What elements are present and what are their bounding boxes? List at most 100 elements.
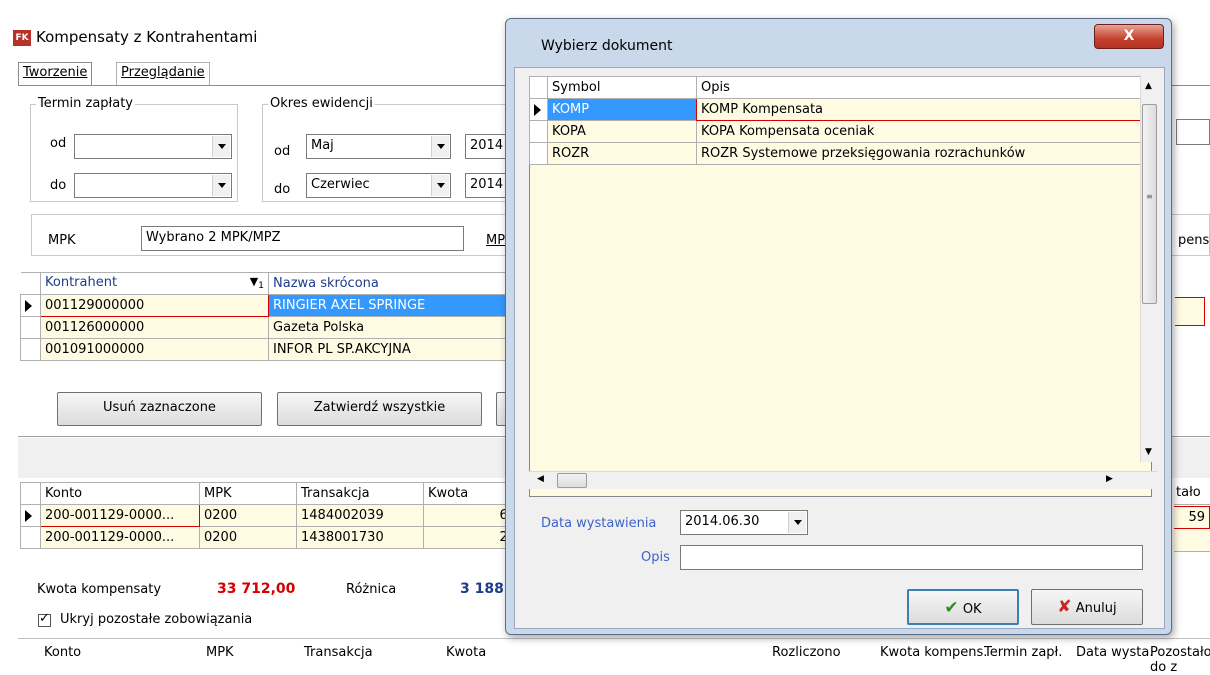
cell-kontrahent[interactable]: 001129000000 [40, 294, 269, 317]
data-wystawienia-label: Data wystawienia [541, 516, 657, 531]
cell-opis[interactable]: ROZR Systemowe przeksięgowania rozrachun… [696, 142, 1141, 165]
chevron-down-icon[interactable] [431, 136, 449, 157]
cell-konto[interactable]: 200-001129-0000... [40, 504, 200, 527]
table-row[interactable]: KOPA KOPA Kompensata oceniak [529, 120, 1141, 143]
column-header-pozostalo-fragment[interactable]: tało [1174, 482, 1210, 505]
column-header-nazwa[interactable]: Nazwa skrócona [268, 272, 521, 295]
cell-symbol[interactable]: ROZR [547, 142, 697, 165]
tab-tworzenie[interactable]: Tworzenie [18, 62, 93, 86]
scroll-left-icon[interactable]: ◀ [537, 474, 544, 484]
scroll-thumb[interactable]: ≡ [1142, 104, 1157, 304]
horizontal-scrollbar[interactable]: ◀ ▶ [529, 471, 1157, 489]
chevron-down-icon[interactable] [431, 175, 449, 196]
konto-grid: Konto MPK Transakcja Kwota 200-001129-00… [20, 482, 521, 549]
cell-transakcja[interactable]: 1438001730 [296, 526, 424, 549]
termin-od-label: od [50, 136, 67, 151]
sort-index: 1 [258, 280, 264, 292]
table-row[interactable]: 001126000000 Gazeta Polska [20, 316, 521, 339]
bottom-header-rozliczono[interactable]: Rozliczono [772, 645, 841, 660]
table-row[interactable]: 001091000000 INFOR PL SP.AKCYJNA [20, 338, 521, 361]
cell-nazwa[interactable]: RINGIER AXEL SPRINGE [268, 294, 521, 317]
okres-legend: Okres ewidencji [268, 96, 375, 111]
data-wystawienia-picker[interactable]: 2014.06.30 [680, 510, 808, 535]
scroll-down-icon[interactable]: ▼ [1145, 447, 1152, 457]
table-row[interactable]: 200-001129-0000... 0200 1438001730 23 [20, 526, 521, 549]
bottom-header-kwota[interactable]: Kwota [446, 645, 486, 660]
mpk-field[interactable]: Wybrano 2 MPK/MPZ [141, 226, 464, 251]
sort-icon: ▼1 [249, 275, 264, 292]
right-field-fragment[interactable] [1176, 119, 1210, 145]
close-button[interactable]: X [1094, 24, 1164, 49]
termin-do-label: do [50, 178, 67, 193]
column-header-kontrahent[interactable]: Kontrahent ▼1 [40, 272, 269, 295]
cell-nazwa[interactable]: Gazeta Polska [268, 316, 521, 339]
cell-kontrahent[interactable]: 001091000000 [40, 338, 269, 361]
row-indicator [529, 120, 548, 143]
table-row[interactable]: 200-001129-0000... 0200 1484002039 69 [20, 504, 521, 527]
cell-konto[interactable]: 200-001129-0000... [40, 526, 200, 549]
usun-zaznaczone-button[interactable]: Usuń zaznaczone [57, 392, 262, 426]
row-indicator [20, 338, 41, 361]
cell-mpk[interactable]: 0200 [199, 526, 297, 549]
column-header-transakcja[interactable]: Transakcja [296, 482, 424, 505]
checkmark-icon: ✔ [944, 598, 959, 618]
row-indicator-icon [20, 504, 41, 527]
ok-label: OK [962, 602, 982, 617]
opis-input[interactable] [680, 545, 1143, 570]
cell-kontrahent[interactable]: 001126000000 [40, 316, 269, 339]
cell-nazwa[interactable]: INFOR PL SP.AKCYJNA [268, 338, 521, 361]
kwota-kompensaty-value: 33 712,00 [217, 581, 296, 597]
table-row[interactable]: ROZR ROZR Systemowe przeksięgowania rozr… [529, 142, 1141, 165]
dokument-grid: Symbol Opis KOMP KOMP Kompensata KOPA KO… [529, 76, 1141, 165]
app-icon: FK [13, 30, 31, 46]
vertical-scrollbar[interactable]: ▲ ≡ ▼ [1140, 75, 1158, 462]
bottom-header-mpk[interactable]: MPK [206, 645, 234, 660]
row-indicator-icon [529, 98, 548, 121]
cell-pozostalo[interactable] [1174, 529, 1210, 552]
column-header-mpk[interactable]: MPK [199, 482, 297, 505]
termin-od-combo[interactable] [74, 134, 232, 159]
cell-mpk[interactable]: 0200 [199, 504, 297, 527]
chevron-down-icon[interactable] [212, 136, 230, 157]
chevron-down-icon[interactable] [212, 175, 230, 196]
zatwierdz-wszystkie-button[interactable]: Zatwierdź wszystkie [277, 392, 482, 426]
cell-symbol[interactable]: KOMP [547, 98, 697, 121]
cell-opis[interactable]: KOMP Kompensata [696, 98, 1141, 121]
window-title: Kompensaty z Kontrahentami [36, 28, 258, 46]
cell-opis[interactable]: KOPA Kompensata oceniak [696, 120, 1141, 143]
grip-icon: ≡ [1146, 192, 1153, 201]
bottom-header-transakcja[interactable]: Transakcja [304, 645, 373, 660]
anuluj-button[interactable]: ✘ Anuluj [1031, 589, 1143, 625]
cross-icon: ✘ [1057, 597, 1072, 617]
column-header-symbol[interactable]: Symbol [547, 76, 697, 99]
tab-przegladanie[interactable]: Przeglądanie [116, 62, 210, 86]
termin-legend: Termin zapłaty [36, 96, 135, 111]
scroll-up-icon[interactable]: ▲ [1145, 81, 1152, 91]
bottom-header-data[interactable]: Data wysta. [1076, 645, 1153, 660]
grid-indicator-header [20, 482, 41, 505]
okres-od-month[interactable]: Maj [306, 134, 451, 159]
chevron-down-icon[interactable] [788, 512, 806, 533]
bottom-header-konto[interactable]: Konto [44, 645, 81, 660]
bottom-header-termin[interactable]: Termin zapł. [984, 645, 1062, 660]
scroll-thumb[interactable] [557, 473, 587, 488]
kontrahent-grid-right-fragment [1175, 297, 1205, 326]
bottom-header-pozostalo[interactable]: Pozostało do z [1150, 645, 1210, 675]
bottom-grid-top [18, 638, 1210, 639]
mpk-label: MPK [48, 233, 76, 248]
mpk-button[interactable]: MP [486, 233, 505, 248]
okres-do-month[interactable]: Czerwiec [306, 173, 451, 198]
cell-transakcja[interactable]: 1484002039 [296, 504, 424, 527]
termin-do-combo[interactable] [74, 173, 232, 198]
right-button-fragment[interactable]: pens [1178, 233, 1209, 248]
cell-symbol[interactable]: KOPA [547, 120, 697, 143]
table-row[interactable]: KOMP KOMP Kompensata [529, 98, 1141, 121]
table-row[interactable]: 001129000000 RINGIER AXEL SPRINGE [20, 294, 521, 317]
scroll-right-icon[interactable]: ▶ [1106, 474, 1113, 484]
ukryj-checkbox[interactable] [38, 611, 51, 627]
ok-button[interactable]: ✔ OK [907, 589, 1019, 625]
column-header-konto[interactable]: Konto [40, 482, 200, 505]
cell-pozostalo[interactable]: 59 [1174, 506, 1210, 529]
column-header-opis[interactable]: Opis [696, 76, 1141, 99]
bottom-header-kwota-kompens[interactable]: Kwota kompens. [880, 645, 987, 660]
